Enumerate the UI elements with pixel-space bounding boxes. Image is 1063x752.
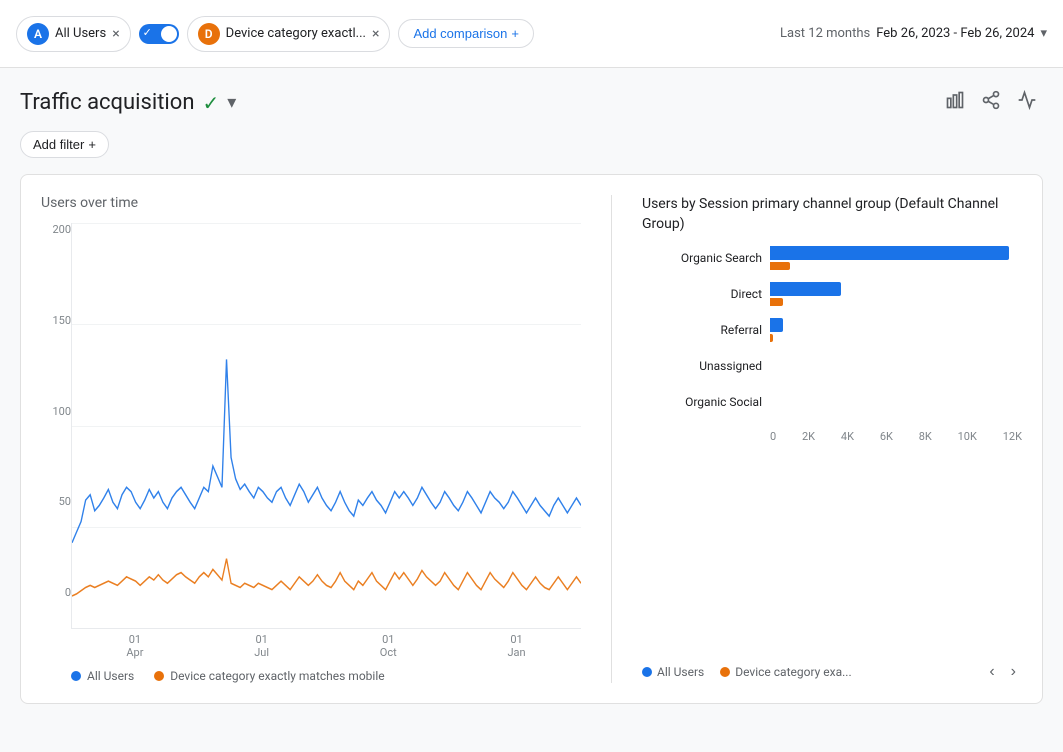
page-title-row: Traffic acquisition ✓ ▾ [20,90,236,115]
bar-x-12k: 12K [1003,430,1022,443]
y-label-150: 150 [41,314,71,327]
bar-blue-direct [770,282,841,296]
page-header: Traffic acquisition ✓ ▾ [20,84,1043,121]
date-period-label: Last 12 months [780,26,870,41]
right-chart-title: Users by Session primary channel group (… [642,195,1022,234]
chart-divider [611,195,612,683]
y-label-200: 200 [41,223,71,236]
charts-container: Users over time 200 150 100 50 0 [20,174,1043,704]
bar-label-direct: Direct [642,287,762,301]
x-axis-labels: 01Apr 01Jul 01Oct 01Jan [71,633,581,659]
top-bar: A All Users × D Device category exactl..… [0,0,1063,68]
verified-icon: ✓ [202,91,219,115]
date-range-chevron-icon: ▾ [1040,26,1047,41]
bar-row-organic-social: Organic Social [642,390,1022,414]
date-range-selector[interactable]: Last 12 months Feb 26, 2023 - Feb 26, 20… [780,26,1047,41]
bar-legend-all-users-label: All Users [657,665,704,679]
bar-row-referral: Referral [642,318,1022,342]
bar-orange-referral [770,334,773,342]
bars-organic-search [770,246,1022,270]
device-category-chip[interactable]: D Device category exactl... × [187,16,391,52]
line-chart-area: 200 150 100 50 0 [41,223,581,629]
legend-dot-blue [71,671,81,681]
bar-legend-dot-orange [720,667,730,677]
left-chart: Users over time 200 150 100 50 0 [41,195,581,683]
legend-all-users: All Users [71,669,134,683]
bars-unassigned [770,354,1022,378]
left-chart-title: Users over time [41,195,581,211]
main-content: Traffic acquisition ✓ ▾ [0,68,1063,720]
chart-plot [71,223,581,629]
bars-direct [770,282,1022,306]
add-filter-button[interactable]: Add filter + [20,131,109,158]
device-category-label: Device category exactl... [226,26,366,41]
bars-organic-social [770,390,1022,414]
toolbar-icons [939,84,1043,121]
bar-x-0: 0 [770,430,776,443]
bar-orange-organic-search [770,262,790,270]
bar-label-referral: Referral [642,323,762,337]
x-label-jan: 01Jan [507,633,525,659]
bar-x-10k: 10K [958,430,977,443]
y-label-50: 50 [41,495,71,508]
add-comparison-button[interactable]: Add comparison + [398,19,534,48]
title-dropdown-button[interactable]: ▾ [227,92,236,113]
bar-orange-direct [770,298,783,306]
x-label-apr: 01Apr [126,633,143,659]
comparison-toggle[interactable] [139,24,179,44]
device-category-close-icon[interactable]: × [372,26,379,42]
chart-type-icon-button[interactable] [939,84,971,121]
left-chart-legend: All Users Device category exactly matche… [71,669,581,683]
bar-blue-organic-search [770,246,1009,260]
add-comparison-label: Add comparison [413,26,507,41]
bar-legend-dot-blue [642,667,652,677]
share-icon-button[interactable] [975,84,1007,121]
bar-chart-area: Organic Search Direct Referr [642,246,1022,653]
all-users-label: All Users [55,26,106,41]
device-category-avatar: D [198,23,220,45]
bar-x-axis: 0 2K 4K 6K 8K 10K 12K [770,430,1022,443]
legend-device-mobile-label: Device category exactly matches mobile [170,669,384,683]
right-chart: Users by Session primary channel group (… [642,195,1022,683]
bar-legend-device-label: Device category exa... [735,665,851,679]
bar-row-unassigned: Unassigned [642,354,1022,378]
bars-referral [770,318,1022,342]
y-axis-labels: 200 150 100 50 0 [41,223,71,629]
bar-label-organic-search: Organic Search [642,251,762,265]
bar-x-4k: 4K [841,430,854,443]
y-label-100: 100 [41,405,71,418]
page-title: Traffic acquisition [20,90,194,115]
bar-x-6k: 6K [880,430,893,443]
insights-icon-button[interactable] [1011,84,1043,121]
add-filter-label: Add filter [33,137,84,152]
bar-row-organic-search: Organic Search [642,246,1022,270]
bar-label-unassigned: Unassigned [642,359,762,373]
bar-chart-nav: ‹ › [983,661,1022,683]
bar-legend-all-users: All Users [642,665,704,679]
bar-x-8k: 8K [919,430,932,443]
line-chart-svg [72,223,581,628]
y-label-0: 0 [41,586,71,599]
legend-device-mobile: Device category exactly matches mobile [154,669,384,683]
bar-x-2k: 2K [802,430,815,443]
all-users-chip[interactable]: A All Users × [16,16,131,52]
all-users-avatar: A [27,23,49,45]
bar-blue-referral [770,318,783,332]
add-filter-plus-icon: + [88,137,96,152]
bar-nav-next-button[interactable]: › [1005,661,1022,683]
all-users-close-icon[interactable]: × [112,26,119,42]
add-comparison-plus-icon: + [511,26,519,41]
bar-label-organic-social: Organic Social [642,395,762,409]
legend-dot-orange [154,671,164,681]
legend-all-users-label: All Users [87,669,134,683]
bar-row-direct: Direct [642,282,1022,306]
date-range-value: Feb 26, 2023 - Feb 26, 2024 [876,26,1034,41]
bar-nav-prev-button[interactable]: ‹ [983,661,1000,683]
bar-chart-legend: All Users Device category exa... ‹ › [642,661,1022,683]
x-label-jul: 01Jul [254,633,269,659]
x-label-oct: 01Oct [380,633,397,659]
bar-legend-device: Device category exa... [720,665,851,679]
